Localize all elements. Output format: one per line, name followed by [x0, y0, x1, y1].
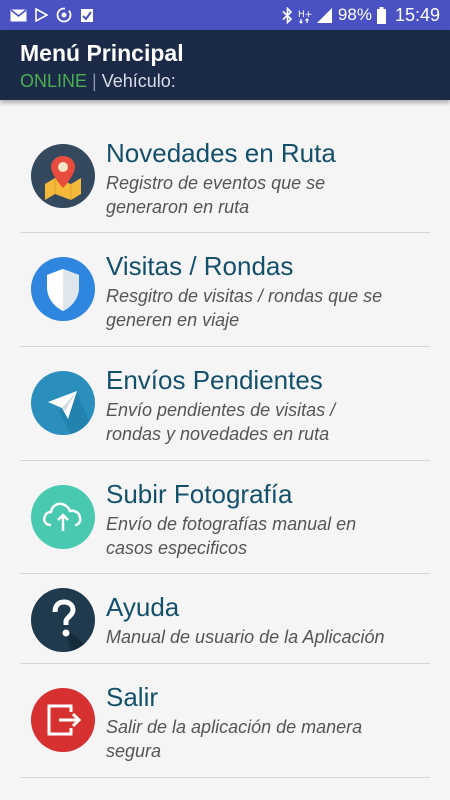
menu-item-text: Salir Salir de la aplicación de manera s… — [106, 664, 362, 763]
status-bar: H+ 98% 15:49 — [0, 0, 450, 30]
menu-item-salir[interactable]: Salir Salir de la aplicación de manera s… — [20, 664, 430, 778]
menu-item-fotografia[interactable]: Subir Fotografía Envío de fotografías ma… — [20, 461, 430, 574]
menu-item-description-line: Envío pendientes de visitas / — [106, 400, 336, 420]
mail-icon — [10, 8, 27, 22]
menu-item-description: Envío de fotografías manual en casos esp… — [106, 512, 356, 560]
bluetooth-icon — [282, 6, 293, 24]
menu-item-text: Envíos Pendientes Envío pendientes de vi… — [106, 347, 335, 446]
menu-item-description-line: Registro de eventos que se — [106, 173, 326, 193]
status-separator: | — [92, 71, 97, 91]
menu-item-title: Novedades en Ruta — [106, 138, 336, 168]
battery-percent: 98% — [337, 5, 372, 24]
exit-icon — [31, 688, 95, 752]
battery-icon — [376, 6, 386, 24]
flag-icon — [80, 8, 94, 23]
menu-item-description-line: segura — [106, 741, 162, 761]
menu-item-description-line: Resgitro de visitas / rondas que se — [106, 286, 383, 306]
menu-item-title: Visitas / Rondas — [106, 251, 294, 281]
menu-item-description: Envío pendientes de visitas / rondas y n… — [106, 398, 335, 446]
menu-item-text: Visitas / Rondas Resgitro de visitas / r… — [106, 233, 382, 332]
menu-item-text: Subir Fotografía Envío de fotografías ma… — [106, 461, 356, 560]
status-right-icons: H+ 98% 15:49 — [282, 5, 440, 26]
menu-item-description: Resgitro de visitas / rondas que se gene… — [106, 284, 382, 332]
menu-item-title: Ayuda — [106, 592, 180, 622]
menu-item-title: Envíos Pendientes — [106, 365, 323, 395]
menu-item-description-line: Salir de la aplicación de manera — [106, 717, 363, 737]
online-status: ONLINE — [20, 71, 88, 91]
paper-plane-icon — [31, 371, 95, 435]
menu-item-description-line: Envío de fotografías manual en — [106, 514, 357, 534]
vehicle-label: Vehículo: — [101, 71, 176, 91]
menu-item-title: Subir Fotografía — [106, 479, 293, 509]
menu-item-envios[interactable]: Envíos Pendientes Envío pendientes de vi… — [20, 347, 430, 461]
status-left-icons — [10, 7, 94, 23]
menu-item-ayuda[interactable]: Ayuda Manual de usuario de la Aplicación — [20, 574, 430, 664]
svg-text:H+: H+ — [298, 10, 312, 20]
hplus-icon: H+ — [298, 7, 312, 24]
play-icon — [35, 8, 48, 22]
menu-item-description: Manual de usuario de la Aplicación — [106, 625, 385, 649]
menu-item-description: Salir de la aplicación de manera segura — [106, 715, 362, 763]
menu-item-text: Ayuda Manual de usuario de la Aplicación — [106, 574, 385, 649]
menu-item-text: Novedades en Ruta Registro de eventos qu… — [106, 120, 336, 219]
signal-icon — [316, 7, 333, 23]
menu-item-title: Salir — [106, 682, 159, 712]
menu-item-description-line: generen en viaje — [106, 310, 240, 330]
main-menu: Novedades en Ruta Registro de eventos qu… — [20, 120, 430, 778]
app-bar: Menú Principal ONLINE | Vehículo: — [0, 30, 450, 100]
map-pin-icon — [31, 144, 95, 208]
cloud-upload-icon — [31, 485, 95, 549]
connection-status-line: ONLINE | Vehículo: — [20, 67, 430, 95]
menu-item-visitas[interactable]: Visitas / Rondas Resgitro de visitas / r… — [20, 233, 430, 347]
page-title: Menú Principal — [20, 40, 184, 66]
help-icon — [31, 588, 95, 652]
menu-item-novedades[interactable]: Novedades en Ruta Registro de eventos qu… — [20, 120, 430, 233]
sync-icon — [56, 7, 72, 23]
status-time: 15:49 — [394, 4, 440, 25]
shield-icon — [31, 257, 95, 321]
menu-item-description-line: Manual de usuario de la Aplicación — [106, 627, 385, 647]
menu-item-description: Registro de eventos que se generaron en … — [106, 171, 336, 219]
menu-item-description-line: generaron en ruta — [106, 197, 250, 217]
menu-item-description-line: casos especificos — [106, 538, 248, 558]
menu-item-description-line: rondas y novedades en ruta — [106, 424, 330, 444]
